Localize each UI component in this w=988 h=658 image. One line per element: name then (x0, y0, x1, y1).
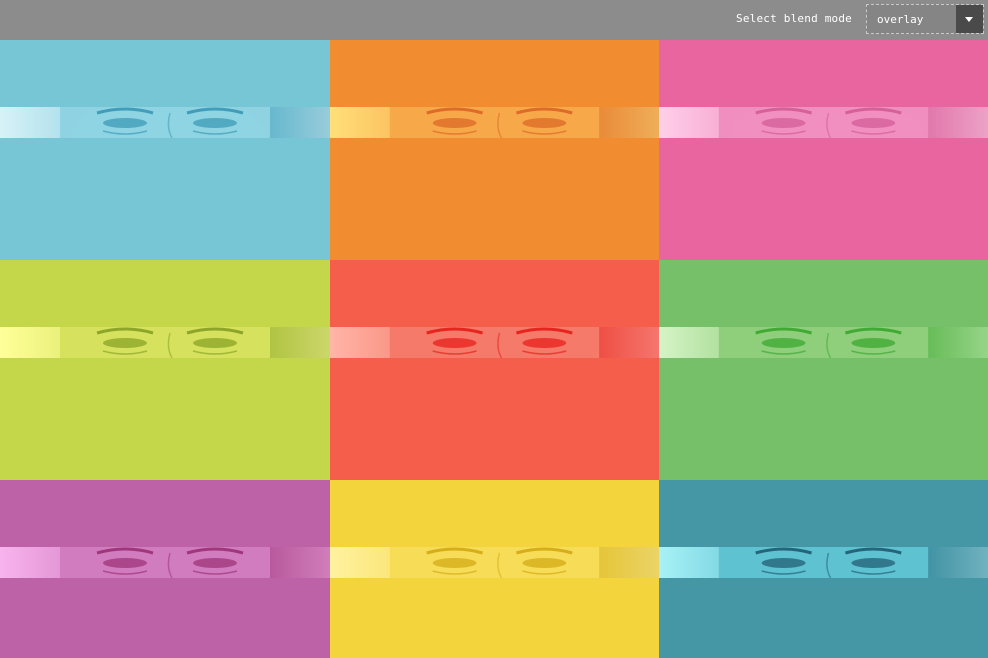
blend-mode-dropdown-button[interactable] (956, 5, 983, 33)
blend-tiles-grid (0, 40, 988, 658)
face-strip-image (0, 107, 330, 138)
face-strip-image (659, 547, 988, 578)
blend-tile-cyan (0, 40, 330, 260)
blend-tile-lime (0, 260, 330, 480)
face-strip-image (0, 327, 330, 358)
blend-tile-pink (659, 40, 988, 260)
face-strip-image (330, 107, 659, 138)
blend-mode-select[interactable]: overlay (866, 4, 984, 34)
face-strip-image (659, 107, 988, 138)
blend-tile-red (330, 260, 659, 480)
blend-tile-teal (659, 480, 988, 658)
blend-tile-magenta (0, 480, 330, 658)
face-strip-image (330, 327, 659, 358)
blend-tile-green (659, 260, 988, 480)
face-strip-image (659, 327, 988, 358)
blend-tile-yellow (330, 480, 659, 658)
blend-mode-label: Select blend mode (736, 12, 852, 25)
chevron-down-icon (965, 17, 973, 22)
face-strip-image (330, 547, 659, 578)
blend-mode-toolbar: Select blend mode overlay (0, 0, 988, 40)
blend-tile-orange (330, 40, 659, 260)
blend-mode-select-value: overlay (877, 13, 924, 26)
face-strip-image (0, 547, 330, 578)
